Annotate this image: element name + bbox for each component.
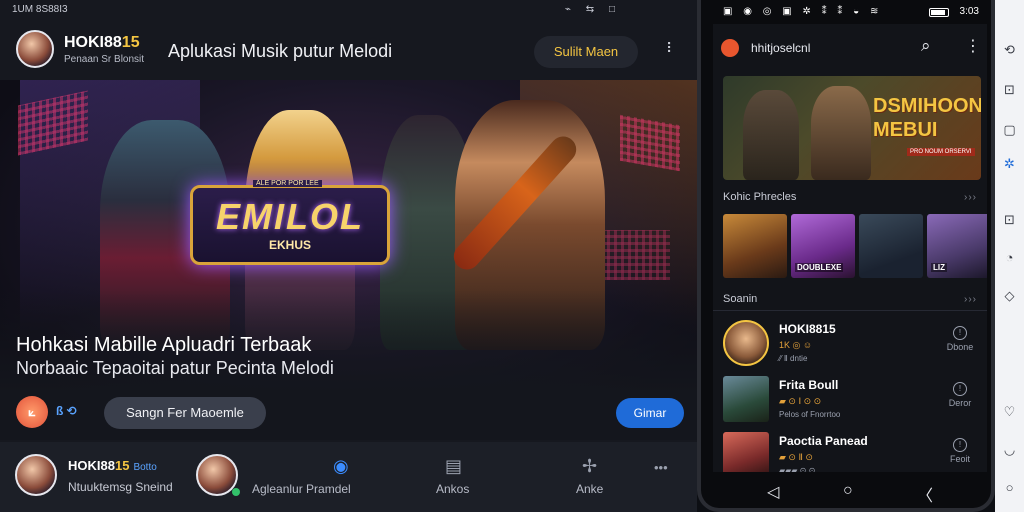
nav-item-label[interactable]: Agleanlur Pramdel <box>252 482 351 496</box>
back-icon[interactable]: ◁ <box>767 482 779 502</box>
nav-item-ankos[interactable]: Ankos <box>436 482 469 496</box>
list-item-action[interactable]: ! Feoit <box>945 438 975 464</box>
rail-circle-icon[interactable]: ○ <box>995 480 1024 495</box>
rail-rotate-icon[interactable]: ⟲ <box>995 42 1024 58</box>
right-tool-rail: ⟲ ⊡ ▢ ▢ ✲ ⊡ ◔ ◇ ♡ ◡ ○ <box>995 0 1024 512</box>
list-item-submeta: ⁄⁄ Ⅱ dntie <box>779 354 808 363</box>
status-right-icons: ⌁ ⇆ □ <box>565 4 621 15</box>
screen-root: 1UM 8S88I3 ⌁ ⇆ □ HOKI8815 Penaan Sr Blon… <box>0 0 1024 512</box>
list-item-meta: ▰ ⊙ Ⅰ ⊙ ⊙ <box>779 396 822 406</box>
rail-heart-icon[interactable]: ♡ <box>995 404 1024 420</box>
rail-square-icon[interactable]: ▢ <box>995 122 1024 138</box>
page-header: HOKI8815 Penaan Sr Blonsit Aplukasi Musi… <box>0 22 697 78</box>
recents-icon[interactable]: 〈 <box>917 482 933 506</box>
online-status-dot <box>232 488 240 496</box>
album-thumbnail[interactable] <box>723 214 787 278</box>
system-status-bar: 1UM 8S88I3 ⌁ ⇆ □ <box>0 0 697 22</box>
section-heading-featured: Kohic Phrecles <box>723 191 797 203</box>
hero-logo-subtext: EKHUS <box>268 238 311 252</box>
sparkle-icon[interactable]: ✢ <box>582 456 597 477</box>
search-icon[interactable]: ⌕ <box>921 36 931 56</box>
album-thumbnail[interactable]: DOUBLEXE <box>791 214 855 278</box>
list-item[interactable]: HOKI8815 1K ◎ ☺ ⁄⁄ Ⅱ dntie ! Dbone <box>713 316 987 370</box>
user-avatar[interactable] <box>15 454 57 496</box>
phone-featured-banner[interactable]: DSMIHOON MEBUI PRO NOUM ORSERVI <box>723 76 981 180</box>
track-thumbnail <box>723 376 769 422</box>
list-item-submeta: Pelos of Fnorrtoo <box>779 410 841 419</box>
speaker-grid <box>600 230 670 280</box>
social-badges[interactable]: ß ⟲ <box>56 404 77 418</box>
more-options-icon[interactable]: ⠸ <box>662 40 672 57</box>
nav-item-anke[interactable]: Anke <box>576 482 603 496</box>
list-item[interactable]: Paoctia Panead ▰ ⊙ Ⅱ ⊙ ▰▰▰ ⊙ ⊙ ! Feoit <box>713 428 987 472</box>
list-item-action[interactable]: ! Dbone <box>945 326 975 352</box>
rail-screenshot-icon[interactable]: ⊡ <box>995 212 1024 228</box>
hero-logo-top: ALE POR POR LEE <box>253 180 322 187</box>
phone-time: 3:03 <box>959 6 979 17</box>
list-item-meta: ▰ ⊙ Ⅱ ⊙ <box>779 452 813 462</box>
bottom-navigation: HOKI8815 Botto Ntuuktemsg Sneind Agleanlu… <box>0 442 697 512</box>
banner-character <box>743 90 799 180</box>
rail-window-icon[interactable]: ⊡ <box>995 82 1024 98</box>
android-nav-bar: ◁ ○ 〈 <box>713 472 987 512</box>
see-all-chevron-icon[interactable]: ››› <box>964 294 977 305</box>
hero-logo-text: EMILOL <box>216 196 364 237</box>
battery-icon <box>929 8 949 17</box>
more-icon[interactable]: ••• <box>654 460 668 475</box>
brand-avatar[interactable] <box>16 30 54 68</box>
list-item-title: Frita Boull <box>779 378 839 392</box>
chat-icon[interactable]: ▤ <box>445 456 462 477</box>
info-icon: ! <box>953 438 967 452</box>
status-left-text: 1UM 8S88I3 <box>12 4 68 15</box>
home-icon[interactable]: ○ <box>843 482 853 500</box>
user-name[interactable]: HOKI8815 Botto <box>68 458 157 473</box>
messenger-icon[interactable]: ◉ <box>333 456 349 477</box>
rail-diamond-icon[interactable]: ◇ <box>995 288 1024 304</box>
phone-frame: ▣ ◉ ◎ ▣ ✲ ⁑ ⁑ ◒ ≋ 3:03 hhitjoselcnl ⌕ ⋮ … <box>697 0 995 512</box>
brand-name[interactable]: HOKI8815 <box>64 34 140 52</box>
phone-screen: ▣ ◉ ◎ ▣ ✲ ⁑ ⁑ ◒ ≋ 3:03 hhitjoselcnl ⌕ ⋮ … <box>713 0 987 472</box>
banner-subtitle: PRO NOUM ORSERVI <box>907 148 975 156</box>
divider <box>713 310 987 311</box>
web-panel: 1UM 8S88I3 ⌁ ⇆ □ HOKI8815 Penaan Sr Blon… <box>0 0 697 512</box>
list-item[interactable]: Frita Boull ▰ ⊙ Ⅰ ⊙ ⊙ Pelos of Fnorrtoo … <box>713 372 987 426</box>
info-icon: ! <box>953 326 967 340</box>
album-thumbnail[interactable]: LIZ <box>927 214 987 278</box>
list-item-meta: 1K ◎ ☺ <box>779 340 813 350</box>
hero-logo: ALE POR POR LEE EMILOL EKHUS <box>190 180 390 265</box>
user-subtitle: Ntuuktemsg Sneind <box>68 480 173 494</box>
header-action-button[interactable]: Sulilt Maen <box>534 36 638 68</box>
phone-app-bar: hhitjoselcnl ⌕ ⋮ <box>713 24 987 70</box>
hero-subheadline: Norbaaic Tepaoitai patur Pecinta Melodi <box>16 358 334 378</box>
banner-title: DSMIHOON MEBUI <box>873 95 981 141</box>
phone-status-bar: ▣ ◉ ◎ ▣ ✲ ⁑ ⁑ ◒ ≋ 3:03 <box>713 0 987 24</box>
brand-subtitle: Penaan Sr Blonsit <box>64 54 145 65</box>
primary-cta-button[interactable]: Gimar <box>616 398 684 428</box>
phone-app-title: hhitjoselcnl <box>751 41 811 55</box>
list-item-title: HOKI8815 <box>779 322 836 336</box>
track-thumbnail <box>723 432 769 472</box>
rail-timer-icon[interactable]: ◔ <box>995 250 1024 265</box>
album-thumbnail[interactable] <box>859 214 923 278</box>
section-heading-search: Soanin <box>723 293 758 305</box>
info-icon: ! <box>953 382 967 396</box>
kebab-menu-icon[interactable]: ⋮ <box>965 36 981 56</box>
app-logo-icon[interactable] <box>721 39 739 57</box>
phone-status-icons: ▣ ◉ ◎ ▣ ✲ ⁑ ⁑ ◒ ≋ <box>723 6 883 17</box>
rail-bowl-icon[interactable]: ◡ <box>995 442 1024 458</box>
hero-headline: Hohkasi Mabille Apluadri Terbaak <box>16 334 312 356</box>
list-item-title: Paoctia Panead <box>779 434 868 448</box>
hero-banner: ALE POR POR LEE EMILOL EKHUS Hohkasi Mab… <box>0 80 697 440</box>
secondary-action-button[interactable]: Sangn Fer Maoemle <box>104 397 266 429</box>
banner-character <box>811 86 871 180</box>
page-title: Aplukasi Musik putur Melodi <box>168 41 393 61</box>
artist-avatar <box>723 320 769 366</box>
app-icon[interactable]: ⟀ <box>16 396 48 428</box>
list-item-action[interactable]: ! Deror <box>945 382 975 408</box>
rail-settings-icon[interactable]: ✲ <box>995 156 1024 172</box>
see-all-chevron-icon[interactable]: ››› <box>964 192 977 203</box>
